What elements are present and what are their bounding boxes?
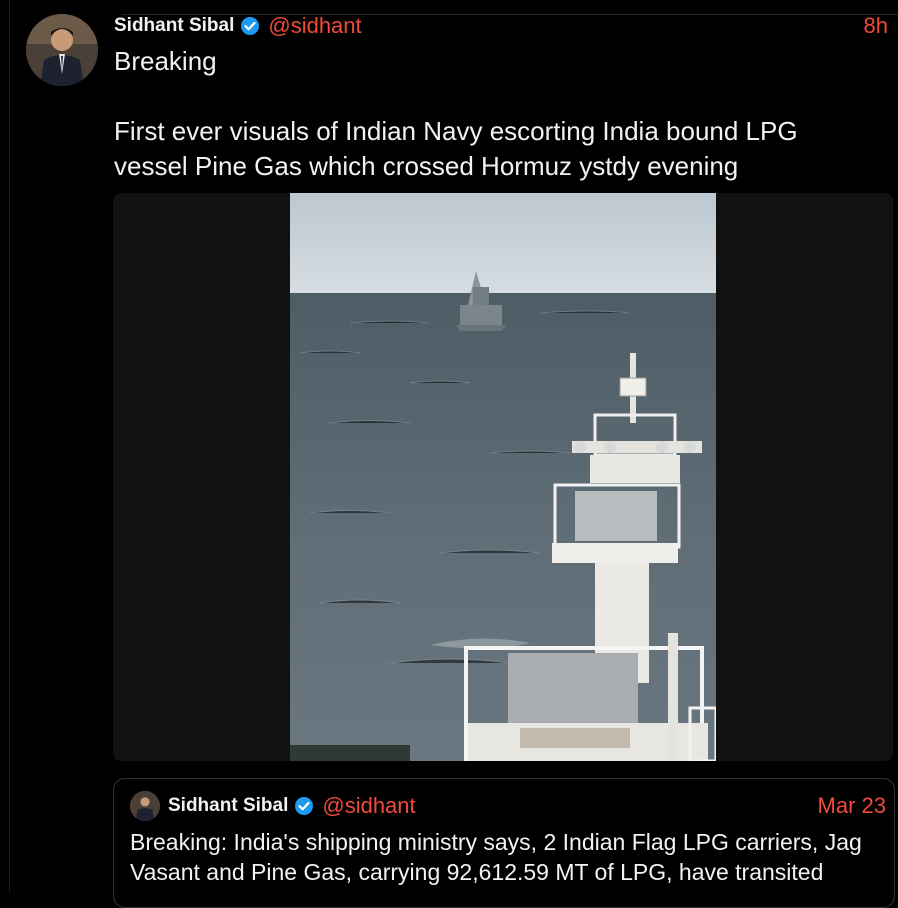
tweet-photo[interactable] bbox=[290, 193, 716, 761]
quoted-header: Sidhant Sibal @sidhant Mar 23 bbox=[168, 791, 886, 821]
quoted-avatar[interactable] bbox=[130, 791, 160, 821]
author-handle[interactable]: @sidhant bbox=[268, 13, 361, 39]
tweet-time[interactable]: 8h bbox=[864, 13, 888, 39]
tweet-text: Breaking First ever visuals of Indian Na… bbox=[114, 46, 798, 181]
tweet-header: Sidhant Sibal @sidhant 8h bbox=[114, 12, 888, 40]
quoted-time[interactable]: Mar 23 bbox=[818, 793, 886, 819]
verified-badge-icon bbox=[294, 796, 314, 816]
quoted-text: Breaking: India's shipping ministry says… bbox=[130, 829, 862, 885]
verified-badge-icon bbox=[240, 16, 260, 36]
author-name[interactable]: Sidhant Sibal bbox=[114, 15, 234, 37]
avatar[interactable] bbox=[26, 14, 98, 86]
quoted-tweet[interactable]: Sidhant Sibal @sidhant Mar 23 Breaking: … bbox=[113, 778, 895, 908]
timeline-column: Sidhant Sibal @sidhant 8h Breaking First… bbox=[9, 0, 898, 908]
tweet-media[interactable] bbox=[113, 193, 893, 761]
quoted-author-handle[interactable]: @sidhant bbox=[322, 793, 415, 819]
quoted-author-name[interactable]: Sidhant Sibal bbox=[168, 795, 288, 817]
